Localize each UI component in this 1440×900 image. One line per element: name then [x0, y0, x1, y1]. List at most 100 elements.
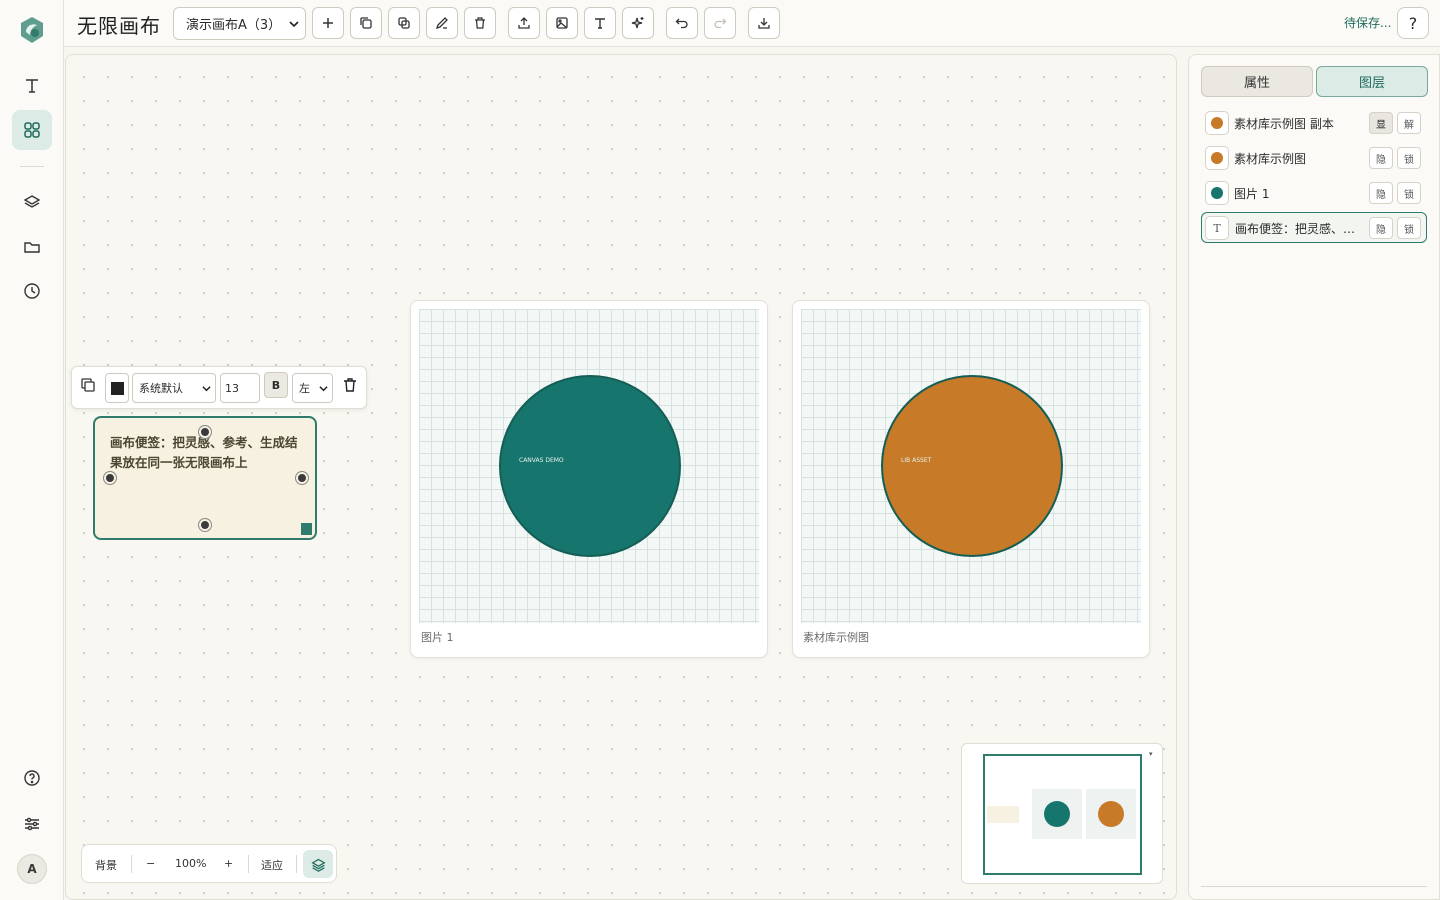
assets-grid-icon — [24, 122, 40, 138]
circle-label: LIB ASSET — [901, 457, 932, 464]
tab-properties[interactable]: 属性 — [1201, 66, 1313, 97]
bring-front-button[interactable] — [80, 377, 96, 393]
app-logo[interactable] — [17, 15, 47, 45]
undo-button[interactable] — [666, 7, 698, 39]
trash-icon — [344, 378, 356, 392]
history-icon — [24, 283, 40, 299]
sparkle-icon — [631, 17, 644, 29]
canvas-select-value: 演示画布A（3） — [186, 18, 282, 33]
canvas-select[interactable]: 演示画布A（3） — [173, 7, 306, 40]
layer-name: 素材库示例图 副本 — [1234, 117, 1334, 131]
font-select-value: 系统默认 — [139, 382, 183, 395]
zoom-out-button[interactable]: − — [146, 857, 155, 870]
upload-button[interactable] — [508, 7, 540, 39]
layer-visibility-button[interactable]: 显 — [1369, 112, 1393, 134]
color-picker[interactable] — [105, 373, 129, 403]
bold-button[interactable]: B — [264, 372, 288, 398]
download-button[interactable] — [748, 7, 780, 39]
copy-button[interactable] — [388, 7, 420, 39]
layer-row-selected[interactable]: T 画布便签：把灵感、参考、生成结果放在同一张无限画布上 隐 锁 — [1201, 212, 1427, 243]
layers-toggle-button[interactable] — [303, 850, 333, 878]
add-text-button[interactable] — [584, 7, 616, 39]
layer-color-dot — [1211, 187, 1223, 199]
layers-icon — [310, 858, 326, 872]
layer-name: 图片 1 — [1234, 187, 1270, 201]
layer-visibility-button[interactable]: 隐 — [1369, 217, 1393, 239]
help-button[interactable] — [12, 758, 52, 798]
save-status: 待保存... — [1344, 16, 1392, 30]
connect-handle-top[interactable] — [199, 426, 211, 438]
layer-lock-button[interactable]: 解 — [1397, 112, 1421, 134]
font-size-input[interactable]: 13 — [220, 373, 260, 403]
layers-button[interactable] — [12, 182, 52, 222]
left-rail: A — [0, 0, 64, 900]
rename-button[interactable] — [426, 7, 458, 39]
layer-color-dot — [1211, 117, 1223, 129]
add-canvas-button[interactable] — [312, 7, 344, 39]
right-panel: 属性 图层 素材库示例图 副本 显 解 素材库示例图 隐 锁 图片 1 隐 锁 … — [1188, 54, 1440, 900]
panel-bottom-divider — [1201, 886, 1427, 887]
delete-canvas-button[interactable] — [464, 7, 496, 39]
zoom-bar: 背景 − 100% + 适应 — [81, 844, 337, 883]
layer-name: 素材库示例图 — [1234, 152, 1307, 166]
image-icon — [556, 17, 568, 29]
divider — [296, 855, 297, 873]
duplicate-icon — [360, 17, 372, 29]
layer-row[interactable]: 素材库示例图 副本 显 解 — [1201, 107, 1427, 138]
text-tool-button[interactable] — [12, 66, 52, 106]
card-caption: 图片 1 — [421, 631, 454, 644]
image-card-2[interactable]: LIB ASSET 素材库示例图 — [792, 300, 1150, 658]
connect-handle-bottom[interactable] — [199, 519, 211, 531]
layer-row[interactable]: 素材库示例图 隐 锁 — [1201, 142, 1427, 173]
minimap-collapse-button[interactable]: ▾ — [1149, 750, 1153, 758]
help-circle-icon — [24, 770, 40, 786]
circle-label: CANVAS DEMO — [519, 457, 564, 464]
ai-generate-button[interactable] — [622, 7, 654, 39]
trash-icon — [475, 17, 485, 29]
layer-lock-button[interactable]: 锁 — [1397, 147, 1421, 169]
image-card-1[interactable]: CANVAS DEMO 图片 1 — [410, 300, 768, 658]
minimap[interactable]: ▾ — [961, 743, 1163, 884]
layer-visibility-button[interactable]: 隐 — [1369, 182, 1393, 204]
divider — [248, 855, 249, 873]
folder-button[interactable] — [12, 227, 52, 267]
resize-handle[interactable] — [301, 523, 312, 535]
card-caption: 素材库示例图 — [803, 631, 869, 644]
add-icon — [323, 18, 333, 28]
connect-handle-right[interactable] — [296, 472, 308, 484]
help-question-button[interactable]: ? — [1397, 7, 1429, 39]
align-select[interactable]: 左 — [292, 373, 333, 403]
undo-icon — [675, 18, 688, 29]
connect-handle-left[interactable] — [104, 472, 116, 484]
zoom-in-button[interactable]: + — [224, 857, 233, 870]
redo-icon — [714, 18, 727, 29]
layer-lock-button[interactable]: 锁 — [1397, 182, 1421, 204]
minimap-viewport[interactable] — [983, 754, 1142, 875]
layer-row[interactable]: 图片 1 隐 锁 — [1201, 177, 1427, 208]
redo-button[interactable] — [704, 7, 736, 39]
settings-button[interactable] — [12, 804, 52, 844]
history-button[interactable] — [12, 271, 52, 311]
fit-button[interactable]: 适应 — [261, 857, 283, 873]
layer-color-dot — [1211, 152, 1223, 164]
sliders-icon — [25, 817, 39, 831]
background-button[interactable]: 背景 — [95, 857, 117, 873]
add-image-button[interactable] — [546, 7, 578, 39]
sticky-note-text[interactable]: 画布便签：把灵感、参考、生成结果放在同一张无限画布上 — [110, 433, 305, 473]
note-format-toolbar: 系统默认 13 B 左 — [71, 366, 367, 409]
layer-lock-button[interactable]: 锁 — [1397, 217, 1421, 239]
rename-icon — [435, 17, 448, 30]
assets-grid-button[interactable] — [12, 110, 52, 150]
duplicate-canvas-button[interactable] — [350, 7, 382, 39]
folder-icon — [24, 242, 40, 253]
text-tool-icon — [26, 79, 38, 93]
delete-note-button[interactable] — [343, 377, 357, 393]
font-select[interactable]: 系统默认 — [132, 373, 216, 403]
image-grid-background: LIB ASSET — [801, 309, 1141, 623]
sticky-note[interactable]: 画布便签：把灵感、参考、生成结果放在同一张无限画布上 — [93, 416, 317, 540]
upload-icon — [518, 17, 530, 29]
image-grid-background: CANVAS DEMO — [419, 309, 759, 623]
tab-layers[interactable]: 图层 — [1316, 66, 1428, 97]
user-avatar[interactable]: A — [17, 854, 47, 884]
layer-visibility-button[interactable]: 隐 — [1369, 147, 1393, 169]
